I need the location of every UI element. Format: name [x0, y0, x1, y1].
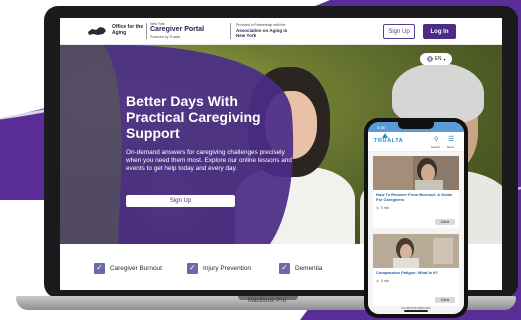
search-icon[interactable]: ⚲ — [434, 136, 438, 143]
status-time: 5:38 — [377, 124, 385, 130]
phone-screen: 5:38 TRUALTA ⚲ ☰ Search Menu How To Reco… — [368, 122, 464, 314]
article-thumbnail — [373, 234, 459, 268]
globe-icon — [426, 56, 433, 62]
topic-caregiver-burnout[interactable]: ✓ Caregiver Burnout — [94, 262, 162, 274]
portal-title: Caregiver Portal — [150, 26, 205, 33]
article-title: How To Recover From Burnout: A Guide For… — [376, 192, 453, 202]
duration-label: 5 min — [380, 206, 390, 210]
header-divider — [230, 23, 231, 39]
language-label: EN — [434, 56, 442, 62]
hero-description: On-demand answers for caregiving challen… — [126, 149, 292, 173]
topic-label: Caregiver Burnout — [110, 264, 162, 272]
checkbox-icon: ✓ — [187, 262, 198, 274]
checkbox-icon: ✓ — [94, 262, 105, 274]
site-header: Office for the Aging New York Caregiver … — [60, 18, 502, 45]
phone-content: How To Recover From Burnout: A Guide For… — [368, 152, 464, 314]
topic-label: Dementia — [295, 264, 323, 272]
article-duration: ◷ 5 min — [376, 279, 389, 283]
hero-title: Better Days With Practical Caregiving Su… — [126, 93, 261, 141]
article-card[interactable]: How To Recover From Burnout: A Guide For… — [373, 156, 459, 228]
article-duration: ◷ 5 min — [376, 206, 389, 210]
portal-powered-by: Powered by Trualta — [150, 35, 181, 39]
menu-icon[interactable]: ☰ — [448, 135, 454, 143]
phone-app-header: TRUALTA ⚲ ☰ Search Menu — [368, 132, 464, 152]
brand-name: TRUALTA — [374, 138, 404, 144]
home-indicator — [404, 310, 428, 312]
office-name: Office for the Aging — [112, 24, 144, 36]
article-button[interactable]: Article — [435, 219, 455, 225]
checkbox-icon: ✓ — [279, 262, 290, 274]
topic-dementia[interactable]: ✓ Dementia — [279, 262, 322, 274]
article-thumbnail — [373, 156, 459, 190]
topic-injury-prevention[interactable]: ✓ Injury Prevention — [187, 262, 251, 274]
partner-name: Association on Aging in New York — [236, 28, 288, 38]
partner-note: Provided in Partnership with the — [236, 23, 286, 27]
laptop-model-label: MacBook Pro — [248, 298, 287, 304]
clock-icon: ◷ — [376, 279, 379, 283]
topic-label: Injury Prevention — [203, 264, 251, 272]
menu-label: Menu — [447, 145, 454, 149]
language-selector[interactable]: EN ▾ — [420, 53, 452, 65]
login-button[interactable]: Log In — [423, 24, 456, 39]
new-york-state-map-icon — [88, 27, 106, 35]
article-card[interactable]: Compassion Fatigue: What Is It? ◷ 5 min … — [373, 234, 459, 306]
article-title: Compassion Fatigue: What Is It? — [376, 270, 439, 275]
hero-signup-button[interactable]: Sign Up — [126, 195, 235, 207]
article-button[interactable]: Article — [435, 297, 455, 303]
clock-icon: ◷ — [376, 206, 379, 210]
duration-label: 5 min — [380, 279, 390, 283]
header-divider — [146, 23, 147, 39]
signup-button[interactable]: Sign Up — [383, 24, 415, 39]
chevron-down-icon: ▾ — [443, 56, 446, 62]
phone-notch — [398, 122, 434, 129]
search-label: Search — [431, 145, 440, 149]
